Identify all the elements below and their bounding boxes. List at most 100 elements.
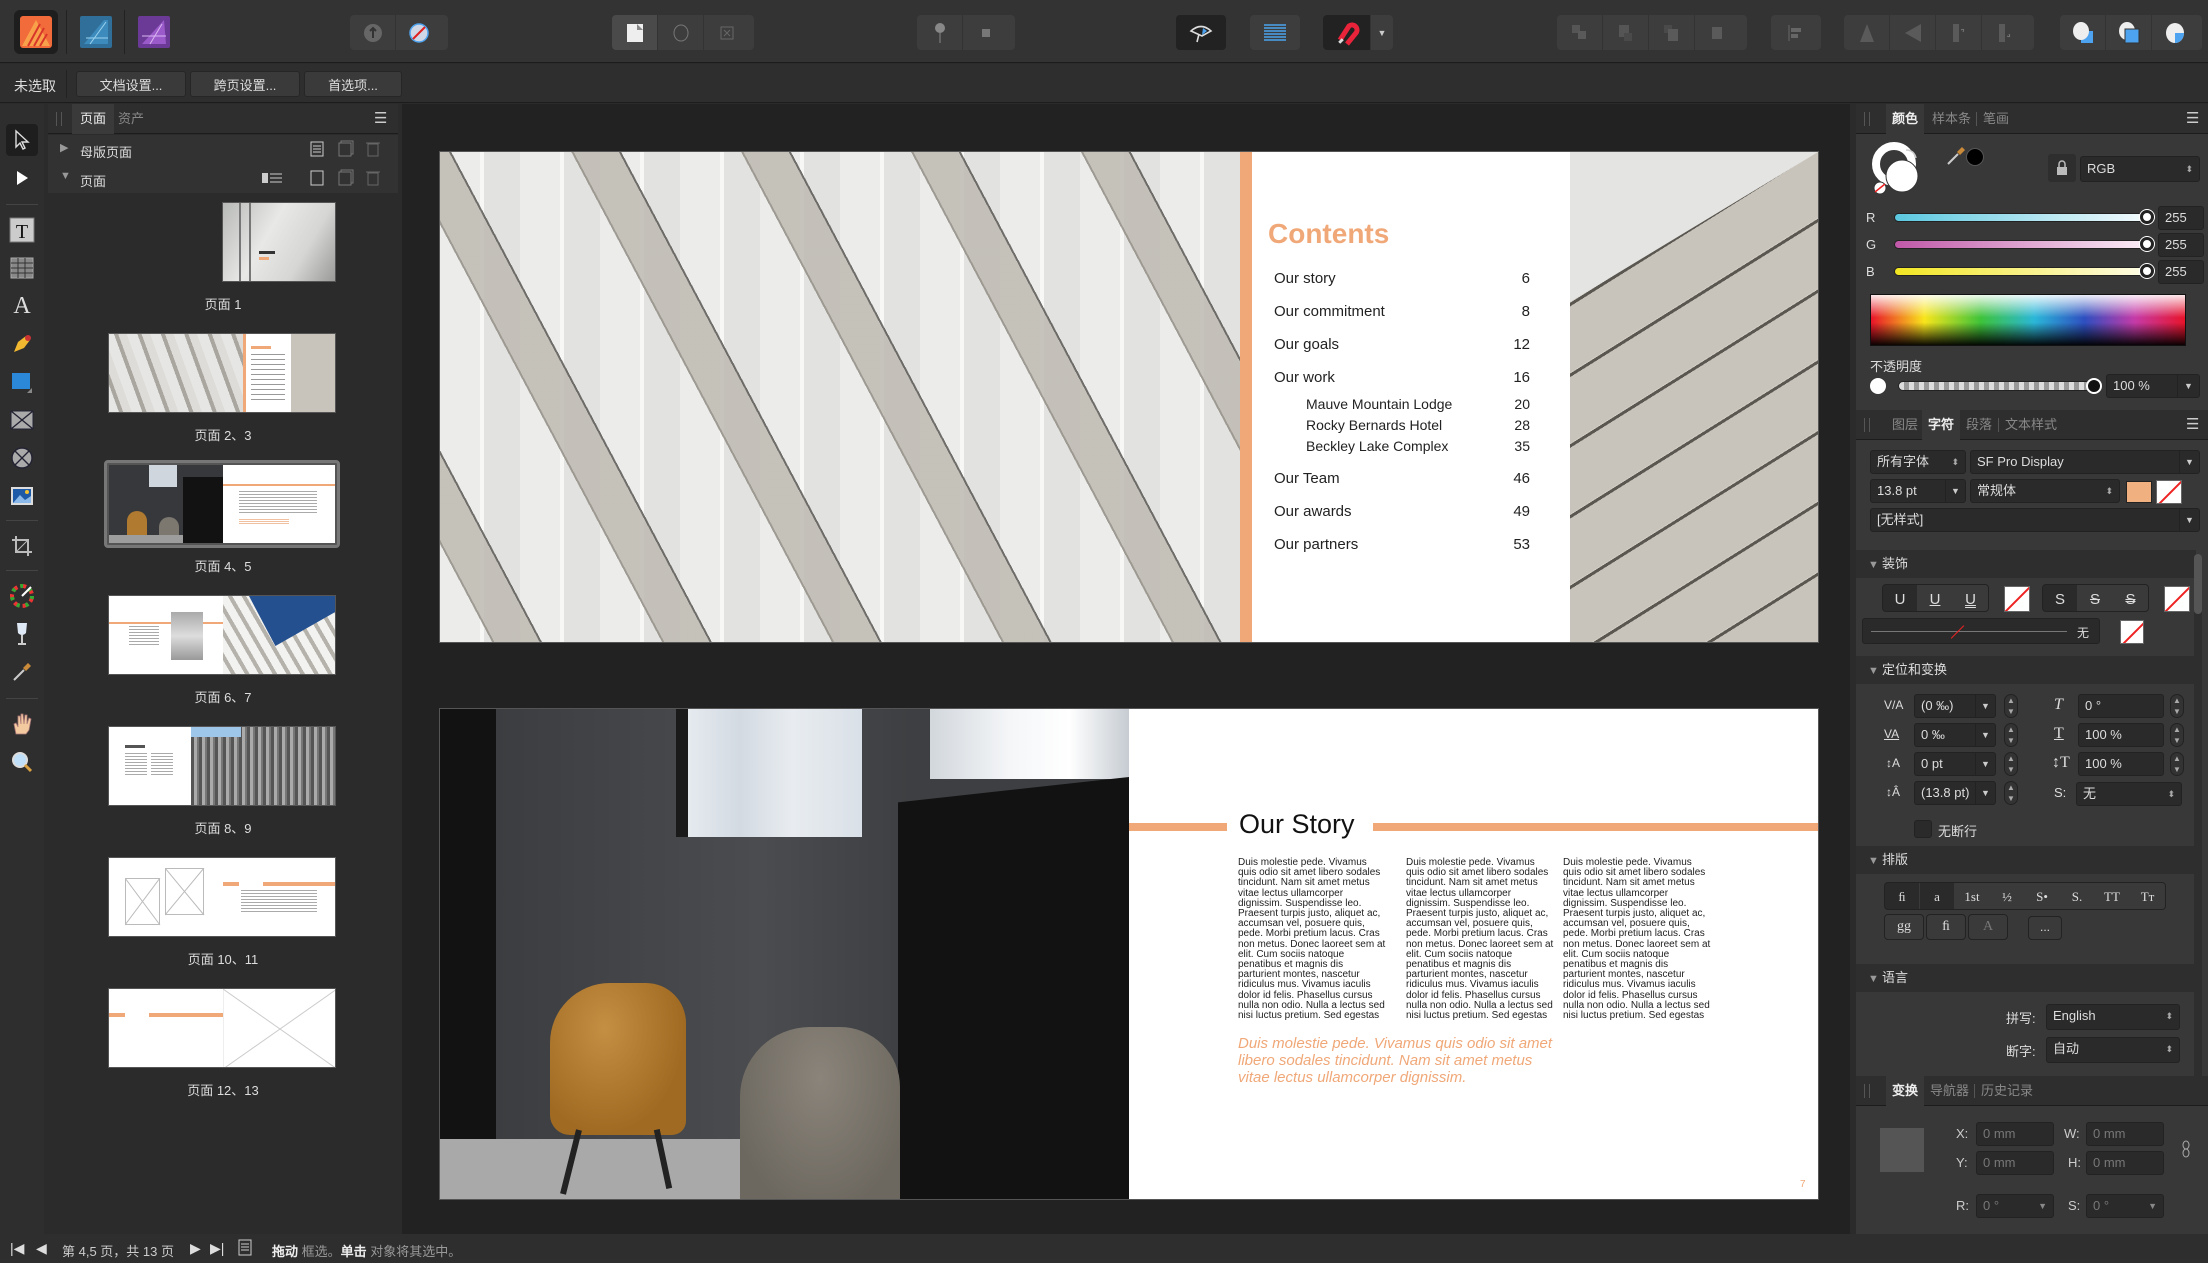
channel-value-field[interactable]: 255: [2158, 206, 2204, 230]
picture-frame-ellipse-tool[interactable]: [6, 442, 38, 474]
assistant-button[interactable]: [396, 15, 442, 50]
subtract-shape-button[interactable]: [2106, 15, 2152, 50]
text-color-swatch[interactable]: [2126, 481, 2152, 503]
previous-page-icon[interactable]: ◀: [36, 1240, 47, 1257]
flip-horizontal-button[interactable]: [1844, 15, 1890, 50]
spread-pages-2-3[interactable]: Contents Our story 6 Our commitment 8 Our go…: [440, 152, 1818, 642]
normal-view-button[interactable]: [612, 15, 658, 50]
baseline-grid-button[interactable]: [1250, 15, 1300, 50]
spread-pages-4-5[interactable]: Our Story Duis molestie pede. Vivamus qu…: [440, 709, 1818, 1199]
master-pages-row[interactable]: ▶ 母版页面: [48, 135, 398, 164]
document-setup-button[interactable]: 文档设置...: [76, 71, 186, 97]
chevron-down-icon[interactable]: ▼: [2177, 375, 2199, 397]
opacity-field[interactable]: 100 % ▼: [2106, 374, 2200, 398]
channel-slider-knob[interactable]: [2140, 237, 2154, 251]
tab-assets[interactable]: 资产: [110, 104, 152, 134]
document-canvas[interactable]: Contents Our story 6 Our commitment 8 Our go…: [402, 104, 1850, 1234]
channel-value-field[interactable]: 255: [2158, 233, 2204, 257]
typography-button[interactable]: ﬁ: [1926, 914, 1966, 940]
frame-text-tool[interactable]: T: [6, 214, 38, 246]
decorations-section-header[interactable]: ▼ 装饰: [1856, 550, 2196, 578]
w-field[interactable]: 0 mm: [2086, 1122, 2164, 1146]
anchor-selector[interactable]: [1880, 1128, 1924, 1172]
tab-swatches[interactable]: 样本条: [1926, 104, 1977, 134]
page-thumbnail-2-3[interactable]: [108, 333, 336, 413]
leading-stepper[interactable]: ▲ ▼: [2004, 781, 2018, 805]
channel-slider-track[interactable]: [1894, 240, 2148, 249]
tab-pages[interactable]: 页面: [72, 104, 115, 134]
typography-button[interactable]: ½: [1990, 883, 2025, 909]
move-back-button[interactable]: [1603, 15, 1649, 50]
tab-character[interactable]: 字符: [1922, 410, 1961, 440]
eyedropper-tool[interactable]: [6, 656, 38, 688]
collapse-triangle-icon[interactable]: ▼: [60, 170, 71, 182]
page-thumbnail-10-11[interactable]: [108, 857, 336, 937]
move-to-front-button[interactable]: [1695, 15, 1741, 50]
chevron-down-icon[interactable]: ▼: [1975, 724, 1995, 746]
page-thumbnail-8-9[interactable]: [108, 726, 336, 806]
strike-none-button[interactable]: S: [2043, 585, 2078, 611]
panel-menu-icon[interactable]: ☰: [2186, 109, 2199, 127]
expand-triangle-icon[interactable]: ▶: [60, 141, 68, 154]
trash-icon[interactable]: [366, 140, 380, 157]
baseline-shift-field[interactable]: 0 pt ▼: [1914, 752, 1996, 776]
preview-button[interactable]: [1176, 15, 1226, 50]
color-spectrum[interactable]: [1870, 294, 2186, 346]
font-style-select[interactable]: 常规体 ⬍: [1970, 479, 2120, 503]
page-thumbnail-4-5[interactable]: [108, 464, 336, 544]
artistic-text-tool[interactable]: A: [6, 290, 38, 322]
add-master-page-icon[interactable]: [310, 141, 324, 157]
shear-field[interactable]: 0 °: [2078, 694, 2164, 718]
chevron-down-icon[interactable]: ▼: [1945, 480, 1965, 502]
panel-grip-icon[interactable]: [1864, 418, 1870, 432]
channel-slider-knob[interactable]: [2140, 210, 2154, 224]
move-forward-button[interactable]: [1649, 15, 1695, 50]
rectangle-tool[interactable]: [6, 366, 38, 398]
opacity-slider-track[interactable]: [1898, 381, 2098, 391]
add-page-icon[interactable]: [310, 170, 324, 186]
tab-stroke[interactable]: 笔画: [1976, 112, 2015, 126]
snapping-dropdown[interactable]: ▼: [1371, 15, 1393, 50]
add-shape-button[interactable]: [2060, 15, 2106, 50]
character-panel-scrollbar[interactable]: [2194, 554, 2202, 1084]
tab-text-styles[interactable]: 文本样式: [1998, 418, 2063, 432]
zoom-tool[interactable]: [6, 746, 38, 778]
designer-persona-button[interactable]: [74, 10, 118, 54]
transparency-tool[interactable]: [6, 618, 38, 650]
underline-none-button[interactable]: U: [1883, 585, 1918, 611]
typography-button[interactable]: gg: [1884, 914, 1924, 940]
snapping-button[interactable]: [1323, 15, 1371, 50]
font-size-field[interactable]: 13.8 pt ▼: [1870, 479, 1966, 503]
tab-layers[interactable]: 图层: [1886, 410, 1924, 440]
baseline-shift-stepper[interactable]: ▲ ▼: [2004, 752, 2018, 776]
tab-history[interactable]: 历史记录: [1974, 1084, 2039, 1098]
font-collection-select[interactable]: 所有字体 ⬍: [1870, 450, 1966, 474]
chevron-down-icon[interactable]: ▼: [2148, 1195, 2157, 1217]
first-page-icon[interactable]: |◀: [10, 1240, 24, 1257]
channel-slider-track[interactable]: [1894, 267, 2148, 276]
typography-button[interactable]: S•: [2025, 883, 2060, 909]
tab-transform[interactable]: 变换: [1886, 1076, 1925, 1106]
sub-super-select[interactable]: 无 ⬍: [2076, 782, 2182, 806]
typography-button[interactable]: a: [1920, 883, 1955, 909]
vertical-scale-field[interactable]: 100 %: [2078, 752, 2164, 776]
strike-color-swatch[interactable]: [2164, 586, 2190, 612]
language-section-header[interactable]: ▼ 语言: [1856, 964, 2196, 992]
hand-tool[interactable]: [6, 708, 38, 740]
tab-navigator[interactable]: 导航器: [1924, 1076, 1975, 1106]
photo-persona-button[interactable]: [132, 10, 176, 54]
horizontal-scale-stepper[interactable]: ▲ ▼: [2170, 723, 2184, 747]
pin-button[interactable]: [917, 15, 963, 50]
page-thumbnail-12-13[interactable]: [108, 988, 336, 1068]
decoration-line-color-swatch[interactable]: [2120, 620, 2144, 644]
x-field[interactable]: 0 mm: [1976, 1122, 2054, 1146]
panel-menu-icon[interactable]: ☰: [374, 109, 387, 127]
page-list-icon[interactable]: [238, 1239, 252, 1257]
lock-button[interactable]: [2048, 154, 2076, 182]
bleed-view-button[interactable]: [658, 15, 704, 50]
align-button[interactable]: [1771, 15, 1821, 50]
typography-button[interactable]: 1st: [1955, 883, 1990, 909]
picture-frame-rect-tool[interactable]: [6, 404, 38, 436]
panel-grip-icon[interactable]: [56, 112, 62, 126]
horizontal-scale-field[interactable]: 100 %: [2078, 723, 2164, 747]
